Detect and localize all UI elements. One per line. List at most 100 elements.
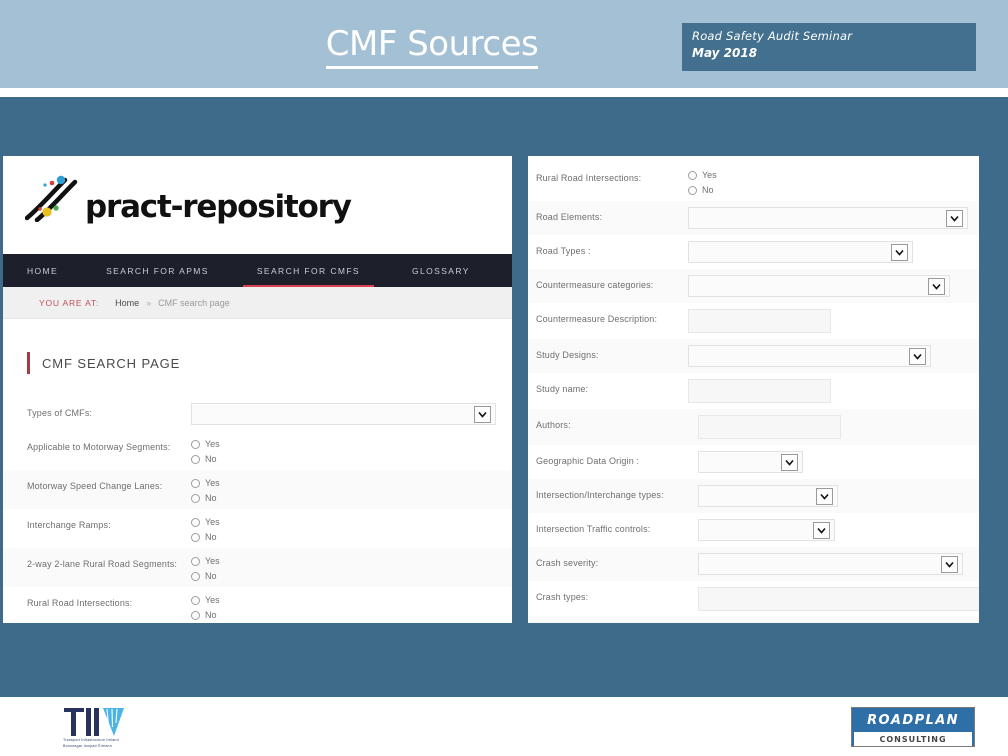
radio-label: Yes	[205, 556, 220, 566]
field-row-countermeasure-categories: Countermeasure categories:	[528, 269, 979, 303]
radio-icon[interactable]	[688, 170, 697, 180]
nav-item-search-for-cmfs[interactable]: SEARCH FOR CMFS	[242, 254, 375, 287]
radio-label: No	[205, 532, 217, 542]
radio-option-yes[interactable]: Yes	[191, 478, 512, 488]
select-intersection-interchange-types[interactable]	[698, 485, 838, 507]
radio-icon[interactable]	[191, 439, 200, 449]
input-countermeasure-description[interactable]	[688, 309, 831, 333]
radio-option-no[interactable]: No	[191, 454, 512, 464]
radio-option-no[interactable]: No	[191, 493, 512, 503]
select-geographic-data-origin[interactable]	[698, 451, 803, 473]
field-label: Authors:	[536, 420, 571, 430]
radio-option-no[interactable]: No	[191, 571, 512, 581]
select-study-designs[interactable]	[688, 345, 931, 367]
select-types-of-cmfs[interactable]	[191, 403, 496, 425]
radio-group: Yes No	[191, 554, 512, 581]
select-intersection-traffic-controls[interactable]	[698, 519, 835, 541]
chevron-down-icon[interactable]	[816, 488, 833, 505]
radio-group: Yes No	[688, 168, 979, 195]
radio-label: Yes	[205, 517, 220, 527]
field-label: Countermeasure categories:	[536, 280, 654, 290]
radio-label: Yes	[702, 170, 717, 180]
radio-icon[interactable]	[191, 493, 200, 503]
roadplan-name: ROADPLAN	[867, 712, 959, 728]
right-search-form: Rural Road Intersections: Yes No Road El…	[528, 162, 979, 623]
radio-option-yes[interactable]: Yes	[191, 439, 512, 449]
radio-icon[interactable]	[688, 185, 697, 195]
field-label: Study name:	[536, 384, 589, 394]
radio-icon[interactable]	[191, 595, 200, 605]
radio-icon[interactable]	[191, 478, 200, 488]
radio-label: Yes	[205, 478, 220, 488]
radio-option-no[interactable]: No	[191, 532, 512, 542]
radio-group: Yes No	[191, 476, 512, 503]
radio-group: Yes No	[191, 515, 512, 542]
field-row-types-of-cmfs: Types of CMFs:	[3, 397, 512, 431]
tii-subtitle-ga: Bonneagar Iompair Éireann	[63, 744, 112, 748]
field-row-crash-severity: Crash severity:	[528, 547, 979, 581]
select-countermeasure-categories[interactable]	[688, 275, 950, 297]
field-label: Types of CMFs:	[27, 408, 93, 418]
radio-icon[interactable]	[191, 556, 200, 566]
chevron-down-icon[interactable]	[813, 522, 830, 539]
radio-icon[interactable]	[191, 454, 200, 464]
select-road-elements[interactable]	[688, 207, 968, 229]
seminar-date: May 2018	[692, 46, 758, 60]
chevron-down-icon[interactable]	[928, 278, 945, 295]
chevron-down-icon[interactable]	[941, 556, 958, 573]
seminar-info-box: Road Safety Audit Seminar May 2018	[682, 23, 976, 71]
field-label: Rural Road Intersections:	[27, 598, 133, 608]
radio-option-yes[interactable]: Yes	[191, 556, 512, 566]
chevron-down-icon[interactable]	[891, 244, 908, 261]
field-label: Crash types:	[536, 592, 589, 602]
chevron-down-icon[interactable]	[946, 210, 963, 227]
nav-item-home[interactable]: HOME	[27, 254, 58, 287]
header-divider	[0, 88, 1008, 97]
field-row-road-types: Road Types :	[528, 235, 979, 269]
field-label: Rural Road Intersections:	[536, 173, 642, 183]
radio-group: Yes No	[191, 593, 512, 620]
select-road-types[interactable]	[688, 241, 913, 263]
heading-accent-bar	[27, 352, 30, 374]
field-label: Countermeasure Description:	[536, 314, 658, 324]
left-screenshot-panel: pract-repository HOME SEARCH FOR APMS SE…	[3, 156, 512, 623]
radio-label: No	[205, 610, 217, 620]
chevron-down-icon[interactable]	[474, 406, 491, 423]
field-label: Crash severity:	[536, 558, 599, 568]
radio-icon[interactable]	[191, 610, 200, 620]
breadcrumb: YOU ARE AT: Home » CMF search page	[3, 287, 512, 319]
radio-icon[interactable]	[191, 571, 200, 581]
field-row-authors: Authors:	[528, 409, 979, 445]
field-row-rural-road-intersections: Rural Road Intersections: Yes No	[3, 587, 512, 623]
radio-label: No	[702, 185, 714, 195]
radio-option-yes[interactable]: Yes	[191, 517, 512, 527]
chevron-down-icon[interactable]	[781, 454, 798, 471]
radio-icon[interactable]	[191, 517, 200, 527]
chevron-down-icon[interactable]	[909, 348, 926, 365]
nav-item-glossary[interactable]: GLOSSARY	[412, 254, 470, 287]
site-navbar: HOME SEARCH FOR APMS SEARCH FOR CMFS GLO…	[3, 254, 512, 287]
radio-icon[interactable]	[191, 532, 200, 542]
input-study-name[interactable]	[688, 379, 831, 403]
tii-logo-icon	[64, 708, 124, 736]
radio-label: No	[205, 454, 217, 464]
radio-label: No	[205, 571, 217, 581]
field-label: Study Designs:	[536, 350, 599, 360]
radio-option-no[interactable]: No	[688, 185, 979, 195]
radio-option-no[interactable]: No	[191, 610, 512, 620]
radio-option-yes[interactable]: Yes	[191, 595, 512, 605]
breadcrumb-link-home[interactable]: Home	[115, 298, 139, 308]
field-row-intersection-interchange-types: Intersection/Interchange types:	[528, 479, 979, 513]
field-row-motorway-speed-change-lanes: Motorway Speed Change Lanes: Yes No	[3, 470, 512, 509]
radio-option-yes[interactable]: Yes	[688, 170, 979, 180]
field-row-crash-types: Crash types:	[528, 581, 979, 617]
select-crash-severity[interactable]	[698, 553, 963, 575]
field-label: Motorway Speed Change Lanes:	[27, 481, 163, 491]
input-authors[interactable]	[698, 415, 841, 439]
roadplan-tagline: CONSULTING	[854, 732, 972, 746]
field-row-study-name: Study name:	[528, 373, 979, 409]
input-crash-types[interactable]	[698, 587, 979, 611]
site-logo-area: pract-repository	[3, 156, 512, 254]
field-label: 2-way 2-lane Rural Road Segments:	[27, 559, 178, 569]
nav-item-search-for-apms[interactable]: SEARCH FOR APMS	[106, 254, 209, 287]
